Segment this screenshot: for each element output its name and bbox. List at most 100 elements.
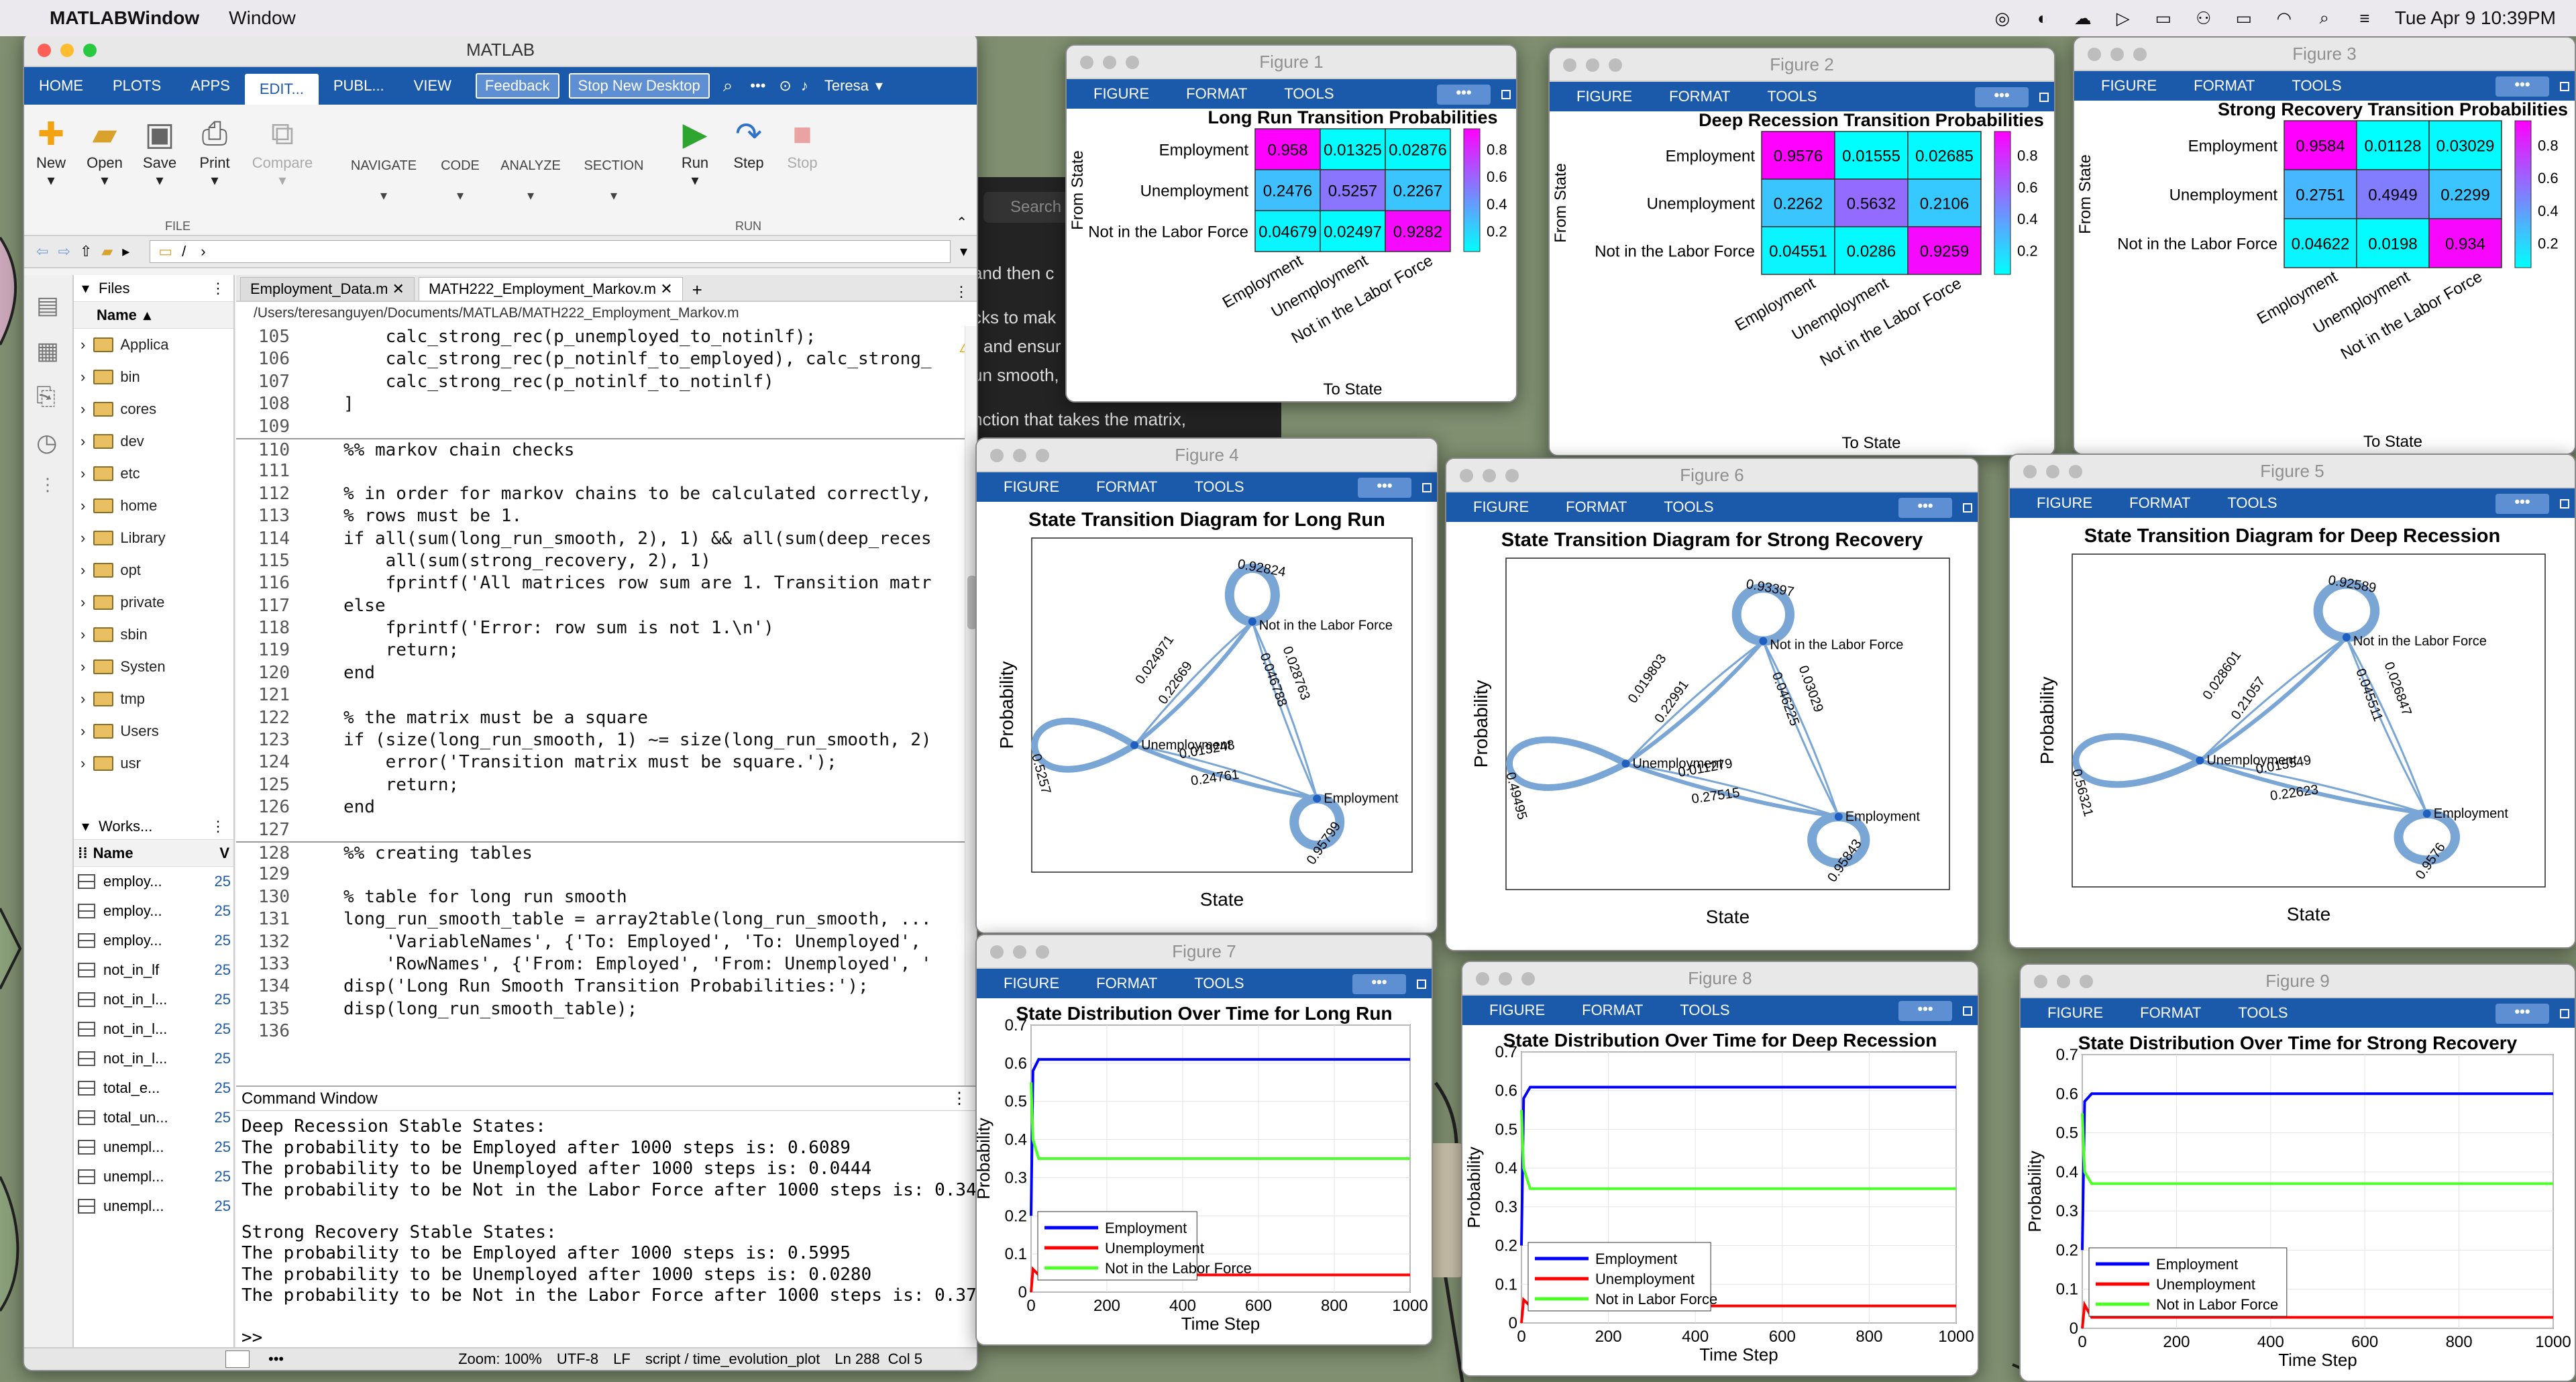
editor-tab-markov[interactable]: MATH222_Employment_Markov.m ✕ (418, 277, 683, 301)
more-panels-icon[interactable]: ⋮ (39, 474, 72, 495)
folder-item[interactable]: › Applica (74, 329, 233, 361)
close-button[interactable] (2088, 48, 2101, 61)
close-icon[interactable]: ✕ (392, 280, 405, 297)
folder-item[interactable]: › bin (74, 361, 233, 393)
folder-item[interactable]: › cores (74, 393, 233, 425)
folder-item[interactable]: › opt (74, 554, 233, 586)
display-icon[interactable]: ▭ (2153, 8, 2174, 28)
figure-tab[interactable]: FIGURE (1004, 975, 1059, 992)
expand-arrow-icon[interactable]: › (80, 336, 85, 354)
editor-tab-employment-data[interactable]: Employment_Data.m ✕ (240, 277, 415, 301)
expand-arrow-icon[interactable]: › (80, 529, 85, 547)
workspace-variable[interactable]: unempl... 25 (74, 1191, 233, 1221)
format-tab[interactable]: FORMAT (1566, 498, 1627, 516)
close-button[interactable] (2023, 465, 2037, 478)
expand-arrow-icon[interactable]: › (80, 433, 85, 450)
stop-new-desktop-button[interactable]: Stop New Desktop (568, 73, 710, 99)
folder-item[interactable]: › dev (74, 425, 233, 458)
folder-path-icon[interactable]: ▸ (122, 243, 129, 260)
tab-plots[interactable]: PLOTS (98, 67, 176, 105)
zoom-button[interactable] (1126, 56, 1139, 69)
folder-item[interactable]: › etc (74, 458, 233, 490)
tab-view[interactable]: VIEW (399, 67, 466, 105)
help-icon[interactable]: ⊙ (779, 77, 791, 95)
dock-icon[interactable] (2560, 1009, 2569, 1018)
tab-apps[interactable]: APPS (176, 67, 245, 105)
workspace-variable[interactable]: not_in_l... 25 (74, 1044, 233, 1073)
tab-publish[interactable]: PUBL... (319, 67, 399, 105)
format-tab[interactable]: FORMAT (1096, 975, 1157, 992)
figure-tab[interactable]: FIGURE (1093, 85, 1149, 103)
zoom-button[interactable] (1521, 972, 1535, 986)
panel-menu-icon[interactable]: ⋮ (211, 818, 225, 835)
expand-arrow-icon[interactable]: › (80, 658, 85, 676)
folder-item[interactable]: › Library (74, 522, 233, 554)
tools-tab[interactable]: TOOLS (2238, 1004, 2288, 1022)
minimize-button[interactable] (1013, 945, 1026, 959)
collapse-toolstrip-icon[interactable]: ⌃ (956, 214, 967, 231)
compare-button[interactable]: ⧉ Compare ▾ (246, 114, 319, 189)
more-options-button[interactable]: ••• (2496, 1004, 2549, 1024)
save-button[interactable]: ▣ Save ▾ (133, 114, 186, 189)
more-options-button[interactable]: ••• (1898, 1001, 1952, 1021)
menu-app-name[interactable]: MATLABWindow (50, 7, 199, 29)
format-tab[interactable]: FORMAT (2129, 494, 2190, 512)
expand-arrow-icon[interactable]: › (80, 626, 85, 643)
wifi-icon[interactable]: ◠ (2274, 8, 2294, 28)
browse-folder-icon[interactable]: ▰ (101, 243, 113, 260)
tab-editor[interactable]: EDIT... (244, 74, 319, 105)
history-icon[interactable]: ◷ (36, 429, 72, 457)
close-icon[interactable]: ✕ (660, 280, 672, 297)
close-button[interactable] (38, 44, 51, 57)
zoom-button[interactable] (1609, 58, 1622, 72)
collapse-icon[interactable]: ▾ (82, 280, 89, 297)
tab-home[interactable]: HOME (24, 67, 98, 105)
code-menu[interactable]: CODE ▾ (433, 158, 487, 204)
format-tab[interactable]: FORMAT (1669, 88, 1730, 105)
more-options-button[interactable]: ••• (1437, 85, 1491, 105)
expand-arrow-icon[interactable]: › (80, 723, 85, 740)
forward-arrow-icon[interactable]: ⇨ (58, 243, 70, 260)
new-button[interactable]: ✚ New ▾ (24, 114, 78, 189)
figure-tab[interactable]: FIGURE (1004, 478, 1059, 496)
more-icon[interactable]: ••• (750, 77, 765, 95)
more-options-button[interactable]: ••• (2496, 76, 2549, 97)
status-encoding[interactable]: UTF-8 (557, 1350, 598, 1368)
zoom-button[interactable] (83, 44, 97, 57)
close-button[interactable] (990, 449, 1004, 462)
tools-tab[interactable]: TOOLS (1767, 88, 1817, 105)
more-options-button[interactable]: ••• (2496, 494, 2549, 514)
play-icon[interactable]: ▷ (2113, 8, 2133, 28)
dock-icon[interactable] (1417, 979, 1426, 989)
minimize-button[interactable] (1499, 972, 1512, 986)
folder-item[interactable]: › Users (74, 715, 233, 747)
search-icon[interactable]: ⌕ (2314, 7, 2334, 28)
folder-item[interactable]: › usr (74, 747, 233, 780)
workspace-variable[interactable]: total_un... 25 (74, 1103, 233, 1132)
folder-item[interactable]: › Systen (74, 651, 233, 683)
format-tab[interactable]: FORMAT (2194, 77, 2255, 95)
status-context[interactable]: script / time_evolution_plot (645, 1350, 820, 1368)
new-tab-plus-icon[interactable]: + (692, 280, 702, 301)
editor-menu-icon[interactable]: ⋮ (954, 283, 969, 301)
figure-tab[interactable]: FIGURE (2101, 77, 2157, 95)
figure-tab[interactable]: FIGURE (1576, 88, 1632, 105)
section-menu[interactable]: SECTION ▾ (577, 158, 651, 204)
folder-item[interactable]: › sbin (74, 619, 233, 651)
minimize-button[interactable] (1013, 449, 1026, 462)
path-dropdown-icon[interactable]: ▾ (960, 243, 967, 260)
up-folder-icon[interactable]: ⇧ (80, 243, 92, 260)
figure-tab[interactable]: FIGURE (1489, 1002, 1545, 1019)
expand-arrow-icon[interactable]: › (80, 465, 85, 482)
format-tab[interactable]: FORMAT (1186, 85, 1247, 103)
zoom-button[interactable] (2080, 975, 2093, 988)
minimize-button[interactable] (1103, 56, 1116, 69)
people-icon[interactable]: ⚇ (2194, 8, 2214, 28)
status-zoom[interactable]: Zoom: 100% (458, 1350, 542, 1368)
collapse-icon[interactable]: ▾ (82, 818, 89, 835)
zoom-button[interactable] (2133, 48, 2147, 61)
chevron-down-icon[interactable]: ▾ (875, 77, 883, 95)
format-tab[interactable]: FORMAT (1096, 478, 1157, 496)
feedback-button[interactable]: Feedback (475, 73, 559, 99)
code-area[interactable]: 105 calc_strong_rec(p_unemployed_to_noti… (236, 326, 967, 1085)
